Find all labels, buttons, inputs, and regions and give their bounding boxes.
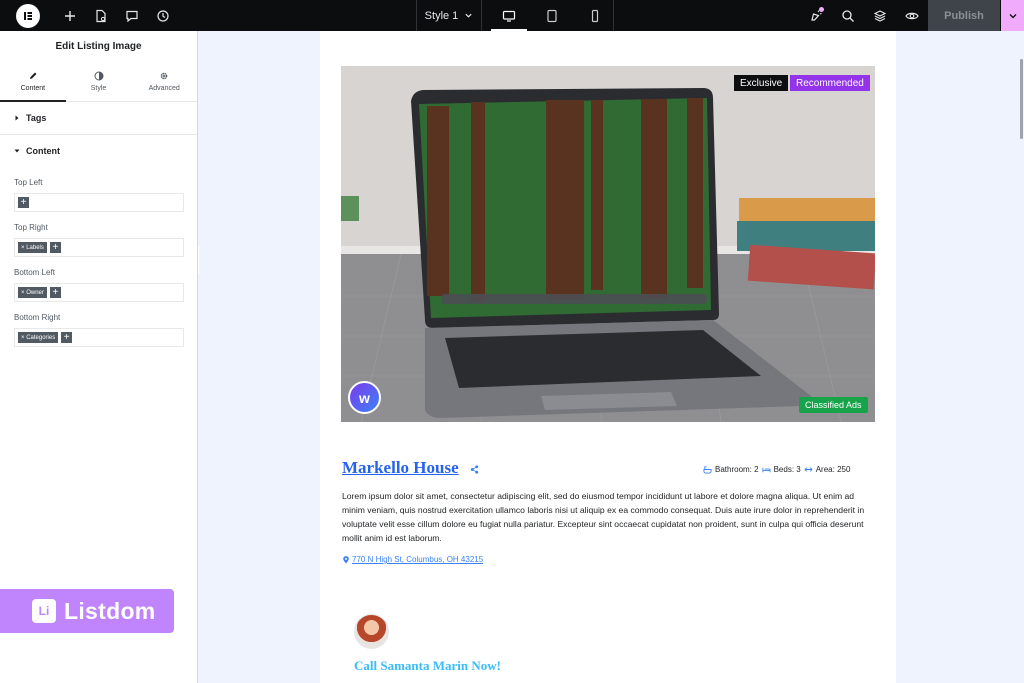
category-badge[interactable]: Classified Ads [799,397,868,413]
topbar-right-tools [800,0,928,31]
editor-canvas: Exclusive Recommended Classified Ads w M… [199,31,1024,683]
caret-down-icon [14,149,20,153]
add-tag-button[interactable]: + [61,332,73,343]
chip-label: Labels [26,244,44,251]
responsive-mode-switcher [484,0,614,31]
field-label: Bottom Right [14,313,61,322]
gear-icon [160,72,168,80]
tab-advanced-label: Advanced [148,85,180,92]
section-content-toggle[interactable]: Content [0,135,197,167]
pencil-icon [29,72,37,79]
tag-chip-owner[interactable]: × Owner [18,287,47,298]
field-bottom-left: Bottom Left × Owner + [0,268,197,302]
tab-style[interactable]: Style [66,62,132,101]
agent-avatar[interactable] [354,614,389,649]
chip-remove-icon[interactable]: × [21,245,25,251]
desktop-view-icon[interactable] [491,0,527,31]
listing-description: Lorem ipsum dolor sit amet, consectetur … [342,491,865,543]
listing-stats: Bathroom: 2 Beds: 3 Area: 250 [703,465,850,474]
style-selector-wrap: Style 1 [416,0,482,31]
half-circle-icon [94,71,103,81]
page-settings-icon[interactable] [85,0,116,31]
top-left-tag-input[interactable]: + [14,193,184,212]
owner-logo[interactable]: w [348,381,381,414]
field-bottom-right: Bottom Right × Categories + [0,313,197,347]
page-preview: Exclusive Recommended Classified Ads w M… [320,31,896,683]
field-top-left: Top Left + [0,178,197,212]
notifications-icon[interactable] [800,0,832,31]
field-top-right: Top Right × Labels + [0,223,197,257]
comments-icon[interactable] [116,0,147,31]
bathroom-count: Bathroom: 2 [715,465,759,474]
chevron-down-icon [465,13,472,18]
scroll-thumb[interactable] [1020,59,1023,139]
listdom-logo-icon: Li [32,599,56,623]
search-icon[interactable] [832,0,864,31]
recommended-badge: Recommended [790,75,870,91]
exclusive-badge: Exclusive [734,75,789,91]
chip-label: Owner [26,289,44,296]
section-content-label: Content [26,146,60,156]
tag-chip-categories[interactable]: × Categories [18,332,59,343]
tab-style-label: Style [90,85,107,92]
listing-image[interactable]: Exclusive Recommended Classified Ads w [341,66,875,422]
style-selector[interactable]: Style 1 [416,0,482,31]
caret-right-icon [15,115,19,121]
top-right-tag-input[interactable]: × Labels + [14,238,184,257]
bed-icon [762,467,771,473]
field-label: Top Left [14,178,43,187]
tab-content[interactable]: Content [0,62,66,102]
chip-label: Categories [26,334,56,341]
field-label: Bottom Left [14,268,55,277]
add-tag-button[interactable]: + [49,242,61,253]
brand-name: Listdom [64,597,156,624]
tag-chip-labels[interactable]: × Labels [18,242,47,253]
section-tags-label: Tags [26,113,47,123]
laptop-photo [341,66,875,422]
call-agent-heading[interactable]: Call Samanta Marin Now! [354,658,501,674]
chevron-down-icon [1009,13,1016,18]
add-element-icon[interactable] [54,0,85,31]
chip-remove-icon[interactable]: × [21,290,25,296]
listing-address-link[interactable]: 770 N High St, Columbus, OH 43215 [342,555,483,564]
publish-button[interactable]: Publish [928,0,1000,31]
structure-layers-icon[interactable] [864,0,896,31]
history-icon[interactable] [147,0,178,31]
style-selector-label: Style 1 [424,9,459,22]
widget-settings-panel: Edit Listing Image Content Style Advance… [0,31,198,683]
area-value: Area: 250 [815,465,851,474]
beds-count: Beds: 3 [773,465,801,474]
bathtub-icon [703,466,712,474]
mobile-view-icon[interactable] [577,0,613,31]
map-pin-icon [343,555,349,564]
tablet-view-icon[interactable] [534,0,570,31]
address-text: 770 N High St, Columbus, OH 43215 [352,555,484,564]
panel-tabs: Content Style Advanced [0,62,197,102]
share-icon[interactable] [470,461,479,479]
elementor-logo-icon[interactable] [16,3,40,28]
area-arrows-icon [804,467,813,472]
editor-topbar: Style 1 Publish [0,0,1024,31]
notification-dot [819,7,824,12]
chip-remove-icon[interactable]: × [21,335,25,341]
listdom-brand-badge: Li Listdom [0,589,174,633]
topbar-left-tools [0,0,178,31]
bottom-left-tag-input[interactable]: × Owner + [14,283,184,302]
section-tags-toggle[interactable]: Tags [0,102,197,134]
tab-advanced[interactable]: Advanced [131,62,197,101]
bottom-right-tag-input[interactable]: × Categories + [14,328,184,347]
panel-title: Edit Listing Image [55,41,142,52]
canvas-scrollbar[interactable] [1018,31,1024,683]
publish-options-button[interactable] [1001,0,1024,31]
add-tag-button[interactable]: + [18,197,29,208]
field-label: Top Right [14,223,48,232]
tab-content-label: Content [20,85,46,92]
preview-eye-icon[interactable] [896,0,928,31]
add-tag-button[interactable]: + [49,287,61,298]
listing-title[interactable]: Markello House [342,458,459,478]
